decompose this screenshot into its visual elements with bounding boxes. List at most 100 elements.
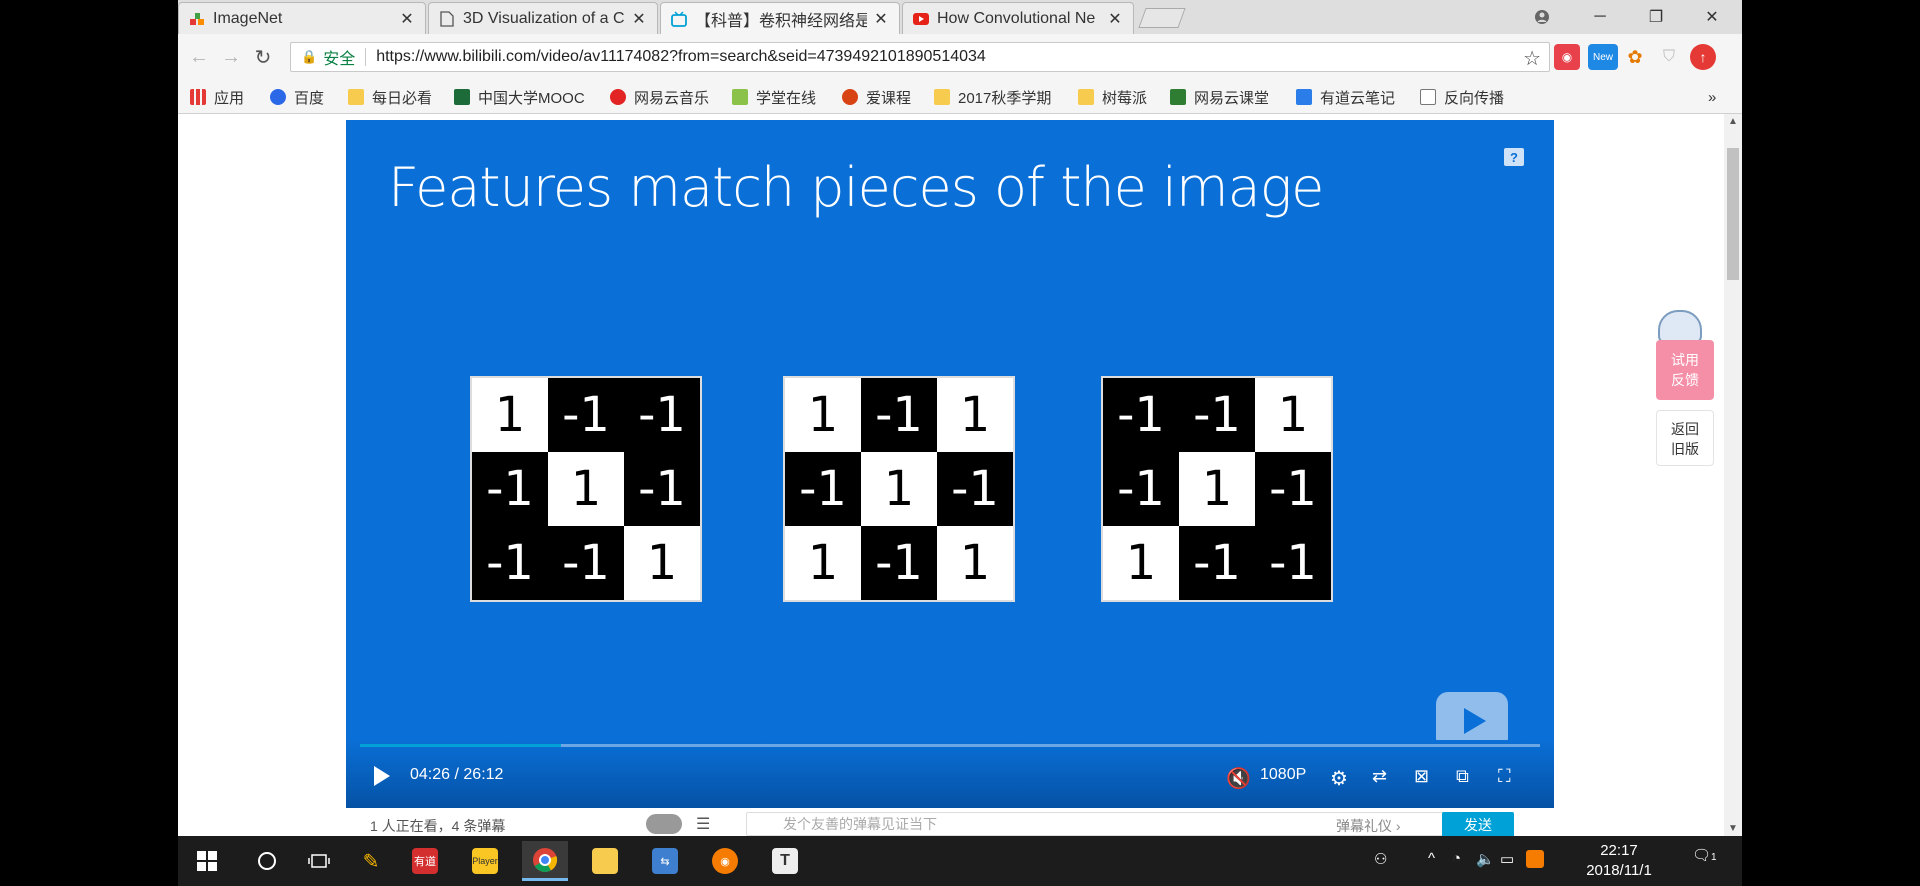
feedback-button[interactable]: 试用 反馈 — [1656, 340, 1714, 400]
file-explorer-icon[interactable] — [582, 841, 628, 881]
close-icon[interactable]: ✕ — [631, 9, 647, 29]
profile-icon[interactable] — [1514, 0, 1570, 34]
scroll-up-icon[interactable]: ▲ — [1728, 116, 1738, 127]
extension-shield-icon[interactable]: ⛉ — [1656, 44, 1682, 70]
youtube-icon — [913, 11, 929, 27]
extension-new-icon[interactable]: New — [1588, 44, 1618, 70]
volume-icon[interactable]: 🔈 — [1476, 850, 1495, 868]
close-icon[interactable]: ✕ — [399, 9, 415, 29]
tab-3d-visualization[interactable]: 3D Visualization of a Co ✕ — [428, 2, 658, 34]
filter-cell: 1 — [785, 378, 861, 452]
minimize-button[interactable]: ─ — [1572, 0, 1628, 34]
return-old-version-button[interactable]: 返回 旧版 — [1656, 410, 1714, 466]
chrome-app-icon[interactable] — [522, 841, 568, 881]
filter-cell: 1 — [548, 452, 624, 526]
extension-up-icon[interactable]: ↑ — [1690, 44, 1716, 70]
reload-button[interactable]: ↻ — [250, 44, 276, 70]
url-text[interactable]: https://www.bilibili.com/video/av1117408… — [376, 48, 986, 66]
tray-expand-icon[interactable]: ^ — [1428, 850, 1435, 867]
task-view-icon[interactable] — [296, 841, 342, 881]
filter-grid-diagonal: 1 -1 -1 -1 1 -1 -1 -1 1 — [470, 376, 702, 602]
netease-music-icon — [610, 89, 626, 105]
bookmark-icourse[interactable]: 爱课程 — [842, 86, 911, 108]
danmu-switch[interactable] — [646, 814, 682, 834]
widescreen-icon[interactable]: ⊠ — [1414, 766, 1429, 787]
danmu-toggle-icon[interactable]: ⇄ — [1372, 766, 1387, 787]
bookmark-mooc[interactable]: 中国大学MOOC — [454, 86, 585, 108]
danmu-etiquette-link[interactable]: 弹幕礼仪 › — [1336, 816, 1401, 836]
sogou-ime-icon[interactable] — [1526, 850, 1544, 872]
bookmark-xuetang[interactable]: 学堂在线 — [732, 86, 816, 108]
duration: 26:12 — [463, 766, 504, 783]
fullscreen-icon[interactable]: ⛶ — [1498, 766, 1511, 787]
video-player[interactable]: Features match pieces of the image ? 1 -1… — [346, 120, 1554, 808]
close-icon[interactable]: ✕ — [873, 9, 889, 29]
apps-icon — [190, 89, 206, 105]
progress-bar[interactable] — [360, 744, 1540, 747]
page-content: Features match pieces of the image ? 1 -1… — [178, 114, 1742, 836]
bookmark-raspberry[interactable]: 树莓派 — [1078, 86, 1147, 108]
bookmarks-more-button[interactable]: » — [1708, 86, 1716, 108]
bookmark-daily[interactable]: 每日必看 — [348, 86, 432, 108]
people-icon[interactable]: ⚇ — [1374, 850, 1387, 868]
mute-icon[interactable]: 🔇 — [1226, 766, 1251, 791]
cortana-search-icon[interactable] — [244, 841, 290, 881]
new-tab-button[interactable] — [1138, 8, 1186, 28]
bookmark-youdao-note[interactable]: 有道云笔记 — [1296, 86, 1395, 108]
scroll-thumb[interactable] — [1727, 148, 1739, 280]
tab-bilibili[interactable]: 【科普】卷积神经网络是 ✕ — [660, 2, 900, 34]
notification-icon[interactable]: 🗨1 — [1692, 846, 1717, 864]
wifi-icon[interactable]: ◔ — [1452, 850, 1461, 867]
address-bar[interactable]: 🔒 安全 https://www.bilibili.com/video/av11… — [290, 42, 1550, 72]
back-button[interactable]: ← — [186, 44, 212, 70]
typora-app-icon[interactable]: T — [762, 841, 808, 881]
forward-button[interactable]: → — [218, 44, 244, 70]
help-icon[interactable]: ? — [1504, 148, 1524, 166]
web-fullscreen-icon[interactable]: ⧉ — [1456, 766, 1469, 787]
below-player-bar: 1 人正在看，4 条弹幕 ☰ 发个友善的弹幕见证当下 弹幕礼仪 › 发送 — [346, 812, 1554, 836]
tab-how-convolutional[interactable]: How Convolutional Ne ✕ — [902, 2, 1134, 34]
youdao-dict-app-icon[interactable]: 有道 — [402, 841, 448, 881]
filter-cell: -1 — [1179, 526, 1255, 600]
settings-gear-icon[interactable]: ⚙ — [1330, 766, 1348, 791]
network-app-icon[interactable]: ⇆ — [642, 841, 688, 881]
scroll-down-icon[interactable]: ▼ — [1728, 823, 1738, 834]
extension-flower-icon[interactable]: ✿ — [1622, 44, 1648, 70]
restore-button[interactable]: ❐ — [1628, 0, 1684, 34]
close-icon[interactable]: ✕ — [1107, 9, 1123, 29]
page-scrollbar[interactable]: ▲ ▼ — [1724, 114, 1742, 836]
bookmark-netease-class[interactable]: 网易云课堂 — [1170, 86, 1269, 108]
xuetang-icon — [732, 89, 748, 105]
baidu-icon — [270, 89, 286, 105]
bookmark-backprop[interactable]: 反向传播 — [1420, 86, 1504, 108]
battery-icon[interactable]: ▭ — [1500, 850, 1514, 868]
filter-cell: -1 — [1103, 452, 1179, 526]
filter-cell: 1 — [1103, 526, 1179, 600]
filter-cell: 1 — [937, 526, 1013, 600]
tab-imagenet[interactable]: ImageNet ✕ — [178, 2, 426, 34]
tab-strip: ImageNet ✕ 3D Visualization of a Co ✕ 【科… — [178, 0, 1742, 34]
danmu-settings-icon[interactable]: ☰ — [696, 814, 710, 834]
close-window-button[interactable]: ✕ — [1684, 0, 1740, 34]
bookmark-netease-music[interactable]: 网易云音乐 — [610, 86, 709, 108]
system-clock[interactable]: 22:17 2018/11/1 — [1574, 841, 1664, 881]
filter-cell: -1 — [785, 452, 861, 526]
bookmark-2017-fall[interactable]: 2017秋季学期 — [934, 86, 1051, 108]
viewer-count: 1 人正在看，4 条弹幕 — [370, 818, 506, 834]
media-app-icon[interactable]: ◉ — [702, 841, 748, 881]
filter-grid-antidiagonal: -1 -1 1 -1 1 -1 1 -1 -1 — [1101, 376, 1333, 602]
filter-cell: -1 — [548, 526, 624, 600]
filter-cell: 1 — [937, 378, 1013, 452]
send-button[interactable]: 发送 — [1442, 812, 1514, 836]
quality-selector[interactable]: 1080P — [1260, 766, 1306, 784]
play-icon[interactable] — [374, 766, 390, 786]
tab-title: How Convolutional Ne — [937, 9, 1096, 27]
paint-brush-app-icon[interactable]: ✎ — [348, 841, 394, 881]
player-app-icon[interactable]: Player — [462, 841, 508, 881]
bookmark-baidu[interactable]: 百度 — [270, 86, 324, 108]
extension-red-icon[interactable]: ◉ — [1554, 44, 1580, 70]
windows-start-icon[interactable] — [184, 841, 230, 881]
filter-cell: -1 — [937, 452, 1013, 526]
bookmark-star-icon[interactable]: ☆ — [1523, 46, 1541, 71]
bookmark-apps[interactable]: 应用 — [190, 86, 244, 108]
